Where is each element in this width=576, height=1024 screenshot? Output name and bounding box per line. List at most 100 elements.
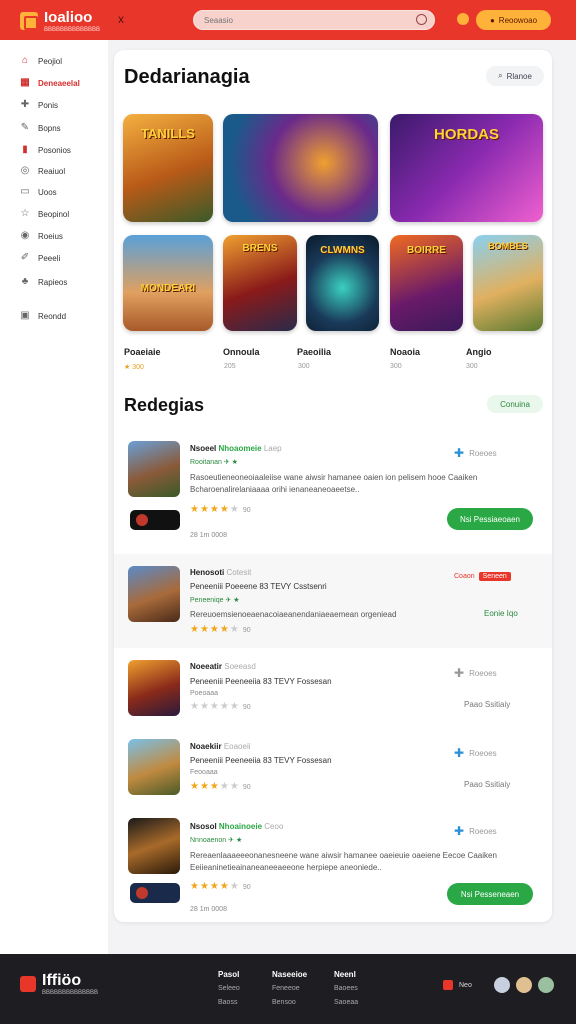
reviewer-label[interactable]: ✚ Roeoes: [454, 666, 497, 680]
circle-icon: ◉: [20, 230, 30, 241]
footer-col-head: Neenl: [334, 970, 356, 979]
sidebar-item-label: Peeeli: [38, 253, 61, 263]
tile-caption: MONDEARI: [140, 283, 196, 294]
edit-icon: ✐: [20, 252, 30, 263]
sale-text: Coaon: [454, 573, 475, 580]
review-description: Rasoeutieneoneoiaaleiise wane aiwsir ham…: [190, 473, 478, 494]
game-name[interactable]: Paeoilia: [297, 347, 331, 357]
search-bar[interactable]: [193, 10, 435, 30]
footer-col-head: Naseeioe: [272, 970, 308, 979]
review-row[interactable]: Noeeatir Soeeasd Peneeniii Peeneeiia 83 …: [114, 648, 552, 728]
review-subtitle: Rooitanan ✈ ★: [190, 459, 238, 466]
sidebar-item-8[interactable]: ◉ Roeius: [20, 231, 63, 241]
sidebar-item-label: Beopinol: [38, 209, 70, 219]
footer-link[interactable]: Baoss: [218, 999, 237, 1006]
logo-icon: [20, 976, 36, 992]
review-row[interactable]: Nsosol Nhoainoeie Ceoo Nnnoaenon ✈ ★ Rer…: [114, 808, 552, 918]
sidebar-item-4[interactable]: ▮ Posonios: [20, 145, 71, 155]
footer-logo[interactable]: Iffiöo BBBBBBBBBBBBBB: [20, 972, 98, 996]
game-name[interactable]: Angio: [466, 347, 492, 357]
footer-link[interactable]: Saoeaa: [334, 999, 358, 1006]
search-input[interactable]: [204, 16, 404, 25]
tile-caption: BOIRRE: [407, 245, 446, 256]
review-row[interactable]: Henosoti Cotesit Peneeniii Poeeene 83 TE…: [114, 554, 552, 648]
sidebar-item-10[interactable]: ♣ Rapieos: [20, 277, 68, 287]
reviewer-label[interactable]: ✚ Roeoes: [454, 446, 497, 460]
reviewer-label[interactable]: ✚ Roeoes: [454, 824, 497, 838]
top-bar: Ioalioo BBBBBBBBBBBBBB x ● Reoowoao: [0, 0, 576, 40]
sidebar-item-3[interactable]: ✎ Bopns: [20, 123, 61, 133]
review-subtitle: Peneeniqe ✈ ★: [190, 597, 240, 604]
game-tile[interactable]: [223, 114, 378, 222]
game-tile[interactable]: BRENS: [223, 235, 297, 331]
review-row[interactable]: Nsoeel Nhoaomeie Laep Rooitanan ✈ ★ Raso…: [114, 430, 552, 554]
game-rating: ★ 300: [124, 364, 144, 371]
browse-button[interactable]: ⌕ Rlanoe: [486, 66, 544, 86]
review-title: Nsosol Nhoainoeie Ceoo: [190, 822, 283, 831]
avatar[interactable]: [493, 977, 510, 993]
sidebar-item-6[interactable]: ▭ Uoos: [20, 187, 56, 197]
get-button[interactable]: Nsi Pessiaeoaen: [447, 508, 533, 530]
game-tile[interactable]: BOMBES: [473, 235, 543, 331]
game-tile[interactable]: TANILLS: [123, 114, 213, 222]
game-tile[interactable]: CLWMNS: [306, 235, 379, 331]
main-panel: Dedarianagia ⌕ Rlanoe TANILLS HORDAS MON…: [114, 50, 552, 922]
notification-icon[interactable]: [457, 13, 469, 25]
sidebar-item-label: Peojiol: [38, 56, 63, 66]
get-button[interactable]: Nsi Pesseneaen: [447, 883, 533, 905]
game-count: 300: [466, 363, 478, 370]
sidebar-item-9[interactable]: ✐ Peeeli: [20, 253, 60, 263]
status-link[interactable]: Eonie Iqo: [484, 609, 518, 618]
sidebar-item-1[interactable]: ▦ Deneaeelal: [20, 78, 80, 88]
review-description: Rereuoemsienoeaenacoiaeanendaniaeaemean …: [190, 610, 397, 619]
close-icon[interactable]: x: [118, 12, 124, 26]
filter-button[interactable]: Conuina: [487, 395, 543, 413]
footer-link[interactable]: Baoees: [334, 985, 358, 992]
game-name[interactable]: Poaeiaie: [124, 347, 161, 357]
game-name[interactable]: Onnoula: [223, 347, 260, 357]
game-tile[interactable]: HORDAS: [390, 114, 543, 222]
game-name[interactable]: Noaoia: [390, 347, 420, 357]
avatar[interactable]: [537, 977, 554, 993]
game-tile[interactable]: BOIRRE: [390, 235, 463, 331]
footer: Iffiöo BBBBBBBBBBBBBB Pasol Seleeo Baoss …: [0, 954, 576, 1024]
sidebar-item-5[interactable]: ◎ Reaiuol: [20, 166, 66, 176]
footer-right-label[interactable]: Neo: [459, 982, 472, 989]
footer-link[interactable]: Feneeoe: [272, 985, 300, 992]
footer-link[interactable]: Bensoo: [272, 999, 296, 1006]
review-row[interactable]: Noaekiir Eoaoeii Peneeniii Peeneeiia 83 …: [114, 728, 552, 808]
app-logo[interactable]: Ioalioo BBBBBBBBBBBBBB: [20, 9, 100, 33]
game-thumbnail: [128, 818, 180, 874]
search-icon[interactable]: [416, 14, 427, 25]
review-title-main: Henosoti: [190, 568, 225, 577]
footer-column: Pasol Seleeo Baoss: [218, 968, 240, 1010]
tile-caption: CLWMNS: [320, 245, 365, 256]
review-title-main: Nsosol: [190, 822, 217, 831]
footer-link[interactable]: Seleeo: [218, 985, 240, 992]
footer-logo-text: Iffiöo: [42, 972, 82, 989]
review-subtitle: Feooaaa: [190, 769, 218, 776]
sidebar-item-7[interactable]: ☆ Beopinol: [20, 209, 70, 219]
search-icon: ⌕: [498, 71, 503, 80]
review-title-main: Nsoeel: [190, 444, 217, 453]
archive-icon: ▣: [20, 310, 30, 321]
top-action-button[interactable]: ● Reoowoao: [476, 10, 551, 30]
review-description: Rereaenlaaaeeeonanesneene wane aiwsir ha…: [190, 851, 497, 872]
footer-column: Neenl Baoees Saoeaa: [334, 968, 358, 1010]
sidebar-item-2[interactable]: ✚ Ponis: [20, 100, 58, 110]
review-line: Peneeniii Peeneeiia 83 TEVY Fossesan: [190, 677, 332, 686]
review-title: Nsoeel Nhoaomeie Laep: [190, 444, 282, 453]
review-meta: 28 1m 0008: [190, 532, 227, 539]
sidebar-item-0[interactable]: ⌂ Peojiol: [20, 56, 62, 66]
sale-tag: Seneen: [478, 572, 511, 581]
sidebar-item-label: Reondd: [38, 311, 67, 321]
review-title-main: Noeeatir: [190, 662, 223, 671]
avatar[interactable]: [515, 977, 532, 993]
game-tile[interactable]: MONDEARI: [123, 235, 213, 331]
reviewer-name: Roeoes: [469, 668, 497, 678]
reviewer-label[interactable]: ✚ Roeoes: [454, 746, 497, 760]
review-title-tag: Nhoainoeie: [218, 822, 263, 831]
logo-icon: [20, 12, 38, 30]
sidebar-item-11[interactable]: ▣ Reondd: [20, 311, 66, 321]
review-title-meta: Soeeasd: [224, 662, 256, 671]
